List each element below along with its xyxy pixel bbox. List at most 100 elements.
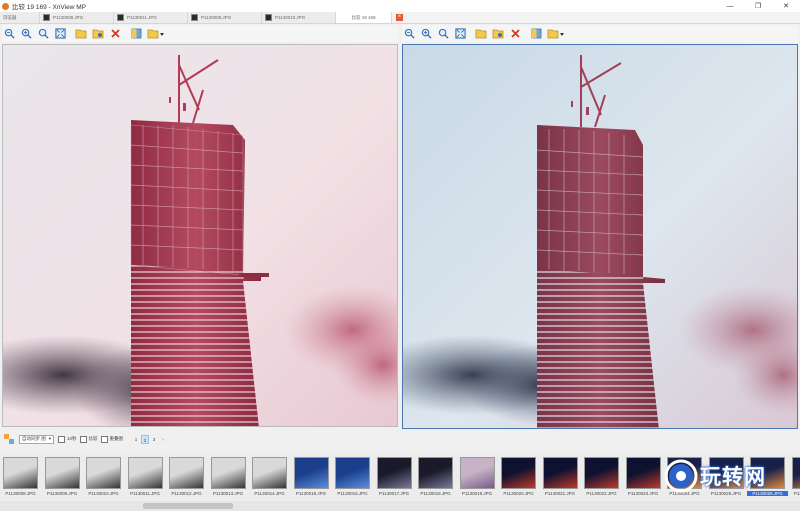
- tab-thumbnail: [265, 14, 272, 21]
- checkbox[interactable]: [100, 435, 108, 443]
- tab-thumbnail: [43, 14, 50, 21]
- page-button[interactable]: 3: [150, 435, 158, 444]
- film-thumbnail-item[interactable]: P1130011.JPG: [125, 452, 166, 500]
- zoom-in-icon[interactable]: [419, 27, 433, 41]
- film-thumbnail-item[interactable]: P1130010.JPG: [83, 452, 124, 500]
- film-thumbnail-item[interactable]: P1130016.JPG: [332, 452, 373, 500]
- film-thumbnail-item[interactable]: P1130014.JPG: [249, 452, 290, 500]
- next-page-arrow[interactable]: ›: [159, 435, 167, 444]
- thumbnail-label: P1130022.JPG: [586, 491, 617, 496]
- scrollbar-thumb[interactable]: [143, 503, 233, 509]
- film-thumbnail-item[interactable]: P1130022.JPG: [581, 452, 622, 500]
- thumbnail-label: P1130016.JPG: [337, 491, 368, 496]
- thumbnail-label: P1130021.JPG: [544, 491, 576, 496]
- zoom-actual-icon[interactable]: [436, 27, 450, 41]
- thumbnail-label: P1130014.JPG: [254, 491, 285, 496]
- thumbnail-image: [44, 457, 80, 489]
- thumbnail-image: [169, 457, 204, 489]
- delete-icon[interactable]: [108, 27, 122, 41]
- film-thumbnail-item[interactable]: P1130023.JPG: [623, 452, 664, 500]
- thumbnail-image: [376, 457, 412, 489]
- minimize-button[interactable]: —: [716, 0, 744, 12]
- watermark-text: 玩转网: [700, 465, 766, 489]
- title-bar: 比较 19 169 - XnView MP — ❐ ✕: [0, 0, 800, 12]
- thumbnail-image: [210, 457, 246, 489]
- tab-browser[interactable]: 浏览器: [0, 12, 40, 23]
- watermark-logo-icon: [664, 459, 698, 493]
- watermark: 玩转网: [664, 456, 796, 496]
- checkbox-label: 重叠图: [109, 436, 124, 441]
- checkbox-option[interactable]: 10秒: [58, 435, 77, 443]
- page-button-selected[interactable]: 2: [141, 434, 150, 444]
- checkbox-option[interactable]: 比较: [79, 435, 98, 443]
- window-title: 比较 19 169 - XnView MP: [12, 4, 86, 11]
- thumbnail-label: P1130017.JPG: [378, 491, 410, 496]
- zoom-in-icon[interactable]: [19, 27, 33, 41]
- delete-icon[interactable]: [508, 27, 522, 41]
- thumbnail-label: P1130009.JPG: [46, 491, 78, 496]
- zoom-out-icon[interactable]: [402, 27, 416, 41]
- window-controls: — ❐ ✕: [716, 0, 800, 12]
- tab-compare[interactable]: 比较 19 169: [336, 12, 392, 23]
- checkbox-label: 比较: [88, 436, 98, 441]
- compare-icon[interactable]: [529, 27, 543, 41]
- film-thumbnail-item[interactable]: P1130013.JPG: [208, 452, 249, 500]
- checkbox-option[interactable]: 重叠图: [100, 435, 124, 443]
- tab-bar: 浏览器 P1130009.JPG P1130011.JPG P1130008.J…: [0, 12, 800, 24]
- tab-thumbnail: [191, 14, 198, 21]
- film-thumbnail-item[interactable]: P1130019.JPG: [457, 452, 498, 500]
- thumbnail-image: [293, 457, 329, 489]
- tab-image[interactable]: P1130010.JPG: [262, 12, 336, 23]
- tab-thumbnail: [117, 14, 124, 21]
- thumbnail-image: [86, 457, 121, 489]
- film-thumbnail-item[interactable]: P1130015.JPG: [291, 452, 332, 500]
- compare-options-bar: 自动同步 图 ▾ 10秒 比较 重叠图 1 2 3 ›: [0, 432, 800, 446]
- save-icon[interactable]: [491, 27, 505, 41]
- right-image-pane[interactable]: [402, 44, 798, 429]
- sync-mode-select[interactable]: 自动同步 图 ▾: [19, 434, 55, 444]
- thumbnail-image: [3, 457, 38, 489]
- thumbnail-image: [459, 457, 495, 489]
- tab-image[interactable]: P1130008.JPG: [188, 12, 262, 23]
- folder-dropdown-icon[interactable]: [546, 27, 566, 41]
- photo-tower-warm: [3, 45, 397, 426]
- right-pane-toolbar: [402, 25, 798, 42]
- filmstrip-scrollbar[interactable]: [0, 501, 800, 511]
- film-thumbnail-item[interactable]: P1130009.JPG: [42, 452, 83, 500]
- tab-close-icon[interactable]: ×: [396, 14, 403, 21]
- thumbnail-label: P1130020.JPG: [503, 491, 534, 496]
- thumbnail-image: [335, 457, 370, 489]
- open-folder-icon[interactable]: [74, 27, 88, 41]
- thumbnail-label: P1130010.JPG: [88, 491, 119, 496]
- fit-icon[interactable]: [453, 27, 467, 41]
- tab-image[interactable]: P1130011.JPG: [114, 12, 188, 23]
- film-thumbnail-item[interactable]: P1130020.JPG: [498, 452, 539, 500]
- sync-icon[interactable]: [3, 433, 15, 445]
- folder-dropdown-icon[interactable]: [146, 27, 166, 41]
- save-icon[interactable]: [91, 27, 105, 41]
- film-thumbnail-item[interactable]: P1130017.JPG: [374, 452, 415, 500]
- maximize-button[interactable]: ❐: [744, 0, 772, 12]
- checkbox[interactable]: [58, 435, 66, 443]
- thumbnail-label: P1130019.JPG: [461, 491, 493, 496]
- page-button[interactable]: 1: [132, 435, 140, 444]
- film-thumbnail-item[interactable]: P1130008.JPG: [0, 452, 41, 500]
- tab-image[interactable]: P1130009.JPG: [40, 12, 114, 23]
- film-thumbnail-item[interactable]: P1130018.JPG: [415, 452, 456, 500]
- fit-icon[interactable]: [53, 27, 67, 41]
- thumbnail-image: [501, 457, 536, 489]
- tab-label: 比较 19 169: [351, 14, 376, 20]
- zoom-out-icon[interactable]: [2, 27, 16, 41]
- film-thumbnail-item[interactable]: P1130012.JPG: [166, 452, 207, 500]
- left-image-pane[interactable]: [2, 44, 398, 427]
- checkbox[interactable]: [79, 435, 87, 443]
- thumbnail-image: [542, 457, 578, 489]
- close-button[interactable]: ✕: [772, 0, 800, 12]
- thumbnail-label: P1130008.JPG: [5, 491, 36, 496]
- film-thumbnail-item[interactable]: P1130021.JPG: [540, 452, 581, 500]
- compare-icon[interactable]: [129, 27, 143, 41]
- thumbnail-label: P1130023.JPG: [627, 491, 659, 496]
- open-folder-icon[interactable]: [474, 27, 488, 41]
- zoom-actual-icon[interactable]: [36, 27, 50, 41]
- thumbnail-image: [252, 457, 287, 489]
